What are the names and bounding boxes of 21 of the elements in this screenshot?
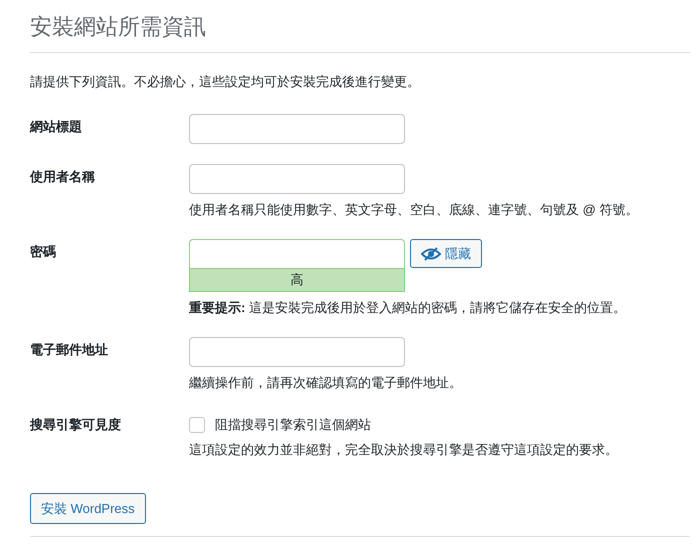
field-label: 電子郵件地址 — [30, 341, 109, 359]
strength-meter: 高 — [189, 269, 405, 292]
field-label: 網站標題 — [30, 118, 83, 136]
input-field[interactable] — [189, 337, 405, 367]
eye-slash-icon — [421, 246, 441, 260]
checkbox-label[interactable]: 阻擋搜尋引擎索引這個網站 — [215, 416, 371, 434]
password-field[interactable] — [189, 239, 405, 269]
input-field[interactable] — [189, 114, 405, 144]
field-description: 使用者名稱只能使用數字、英文字母、空白、底線、連字號、句號及 @ 符號。 — [189, 201, 640, 219]
install-button[interactable]: 安裝 WordPress — [30, 493, 146, 524]
intro-text: 請提供下列資訊。不必擔心，這些設定均可於安裝完成後進行變更。 — [30, 73, 421, 91]
hide-password-button[interactable]: 隱藏 — [410, 239, 482, 268]
field-description: 這項設定的效力並非絕對，完全取決於搜尋引擎是否遵守這項設定的要求。 — [189, 441, 619, 459]
checkbox[interactable] — [189, 417, 205, 433]
field-label: 密碼 — [30, 243, 57, 261]
field-label: 搜尋引擎可見度 — [30, 416, 122, 434]
field-description: 重要提示: 這是安裝完成後用於登入網站的密碼，請將它儲存在安全的位置。 — [189, 299, 627, 317]
page-title: 安裝網站所需資訊 — [30, 13, 207, 41]
input-field[interactable] — [189, 164, 405, 194]
field-description: 繼續操作前，請再次確認填寫的電子郵件地址。 — [189, 374, 463, 392]
field-label: 使用者名稱 — [30, 168, 96, 186]
